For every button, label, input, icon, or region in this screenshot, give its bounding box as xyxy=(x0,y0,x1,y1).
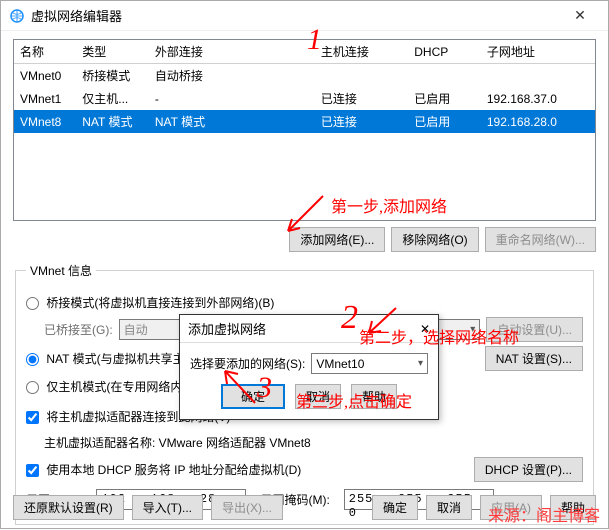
ok-button[interactable]: 确定 xyxy=(372,495,418,520)
rename-network-button[interactable]: 重命名网络(W)... xyxy=(485,227,596,252)
table-cell: 已连接 xyxy=(315,87,408,110)
column-header[interactable]: 外部连接 xyxy=(149,40,315,64)
table-row[interactable]: VMnet8NAT 模式NAT 模式已连接已启用192.168.28.0 xyxy=(14,110,595,133)
table-cell: 仅主机... xyxy=(76,87,149,110)
table-cell: VMnet0 xyxy=(14,64,76,88)
bridged-to-label: 已桥接至(G): xyxy=(44,321,113,338)
chevron-down-icon: ▾ xyxy=(418,358,423,369)
network-table[interactable]: 名称类型外部连接主机连接DHCP子网地址 VMnet0桥接模式自动桥接VMnet… xyxy=(13,39,596,221)
popup-help-button[interactable]: 帮助 xyxy=(351,384,397,409)
table-cell: 192.168.37.0 xyxy=(481,87,595,110)
popup-prompt: 选择要添加的网络(S): xyxy=(190,355,305,372)
app-icon xyxy=(9,8,25,24)
column-header[interactable]: DHCP xyxy=(408,40,481,64)
table-cell xyxy=(481,64,595,88)
popup-ok-button[interactable]: 确定 xyxy=(221,384,285,409)
column-header[interactable]: 主机连接 xyxy=(315,40,408,64)
title-bar: 虚拟网络编辑器 ✕ xyxy=(1,1,608,31)
bridged-mode-radio[interactable]: 桥接模式(将虚拟机直接连接到外部网络)(B) xyxy=(26,294,274,311)
window-body: 名称类型外部连接主机连接DHCP子网地址 VMnet0桥接模式自动桥接VMnet… xyxy=(1,31,608,530)
vmnet-info-legend: VMnet 信息 xyxy=(26,262,96,279)
add-network-button[interactable]: 添加网络(E)... xyxy=(289,227,385,252)
table-cell: NAT 模式 xyxy=(76,110,149,133)
table-cell xyxy=(408,64,481,88)
column-header[interactable]: 名称 xyxy=(14,40,76,64)
table-cell: - xyxy=(149,87,315,110)
table-cell: 桥接模式 xyxy=(76,64,149,88)
export-button[interactable]: 导出(X)... xyxy=(211,495,283,520)
table-cell: 已启用 xyxy=(408,87,481,110)
popup-title: 添加虚拟网络 xyxy=(188,319,420,338)
popup-title-bar: 添加虚拟网络 ✕ xyxy=(180,315,438,343)
column-header[interactable]: 类型 xyxy=(76,40,149,64)
nat-settings-button[interactable]: NAT 设置(S)... xyxy=(485,346,583,371)
watermark-text: 来源：阁主博客 xyxy=(488,502,600,526)
auto-settings-button[interactable]: 自动设置(U)... xyxy=(486,317,583,342)
popup-network-combo[interactable]: VMnet10▾ xyxy=(311,353,428,374)
column-header[interactable]: 子网地址 xyxy=(481,40,595,64)
use-dhcp-check[interactable]: 使用本地 DHCP 服务将 IP 地址分配给虚拟机(D) xyxy=(26,461,301,478)
add-network-dialog: 添加虚拟网络 ✕ 选择要添加的网络(S): VMnet10▾ 确定 取消 帮助 xyxy=(179,314,439,420)
host-adapter-label: 主机虚拟适配器名称: VMware 网络适配器 VMnet8 xyxy=(44,434,311,451)
table-cell: 自动桥接 xyxy=(149,64,315,88)
window-root: 虚拟网络编辑器 ✕ 名称类型外部连接主机连接DHCP子网地址 VMnet0桥接模… xyxy=(0,0,609,529)
network-buttons-row: 添加网络(E)... 移除网络(O) 重命名网络(W)... xyxy=(13,227,596,252)
table-cell: 已启用 xyxy=(408,110,481,133)
window-title: 虚拟网络编辑器 xyxy=(31,6,560,25)
popup-close-button[interactable]: ✕ xyxy=(420,322,430,336)
table-cell: 已连接 xyxy=(315,110,408,133)
table-cell: NAT 模式 xyxy=(149,110,315,133)
table-cell: 192.168.28.0 xyxy=(481,110,595,133)
table-row[interactable]: VMnet1仅主机...-已连接已启用192.168.37.0 xyxy=(14,87,595,110)
window-close-button[interactable]: ✕ xyxy=(560,1,600,31)
dhcp-settings-button[interactable]: DHCP 设置(P)... xyxy=(474,457,583,482)
cancel-button[interactable]: 取消 xyxy=(426,495,472,520)
restore-defaults-button[interactable]: 还原默认设置(R) xyxy=(13,495,124,520)
table-cell xyxy=(315,64,408,88)
import-button[interactable]: 导入(T)... xyxy=(132,495,203,520)
popup-cancel-button[interactable]: 取消 xyxy=(295,384,341,409)
table-cell: VMnet8 xyxy=(14,110,76,133)
chevron-down-icon: ▾ xyxy=(470,324,475,335)
table-row[interactable]: VMnet0桥接模式自动桥接 xyxy=(14,64,595,88)
table-cell: VMnet1 xyxy=(14,87,76,110)
remove-network-button[interactable]: 移除网络(O) xyxy=(391,227,478,252)
